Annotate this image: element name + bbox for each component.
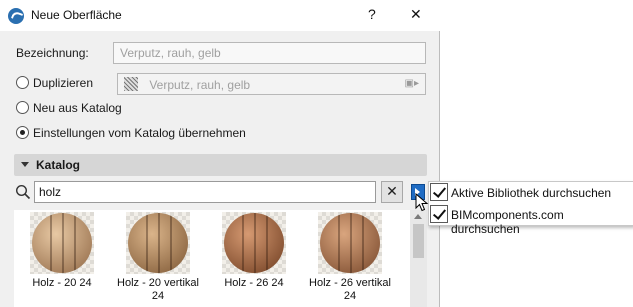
title-bar: Neue Oberfläche ? ✕ [0,0,440,31]
new-surface-dialog: Neue Oberfläche ? ✕ Bezeichnung: Verputz… [0,0,440,307]
duplicate-radio[interactable] [16,76,29,89]
catalog-scrollbar[interactable] [410,210,427,307]
catalog-item[interactable]: Holz - 20 24 [14,210,110,307]
menu-item-label: BIMcomponents.com durchsuchen [451,208,564,236]
archicad-app-icon [8,8,24,24]
mouse-pointer-icon [415,193,429,212]
material-thumbnail [318,212,382,274]
material-thumbnail [30,212,94,274]
catalog-grid: Holz - 20 24 Holz - 20 vertikal 24 Holz … [14,210,410,307]
close-button[interactable]: ✕ [410,6,422,23]
check-icon [430,205,448,223]
picker-arrow-icon: ▣▸ [404,78,419,89]
window-title: Neue Oberfläche [31,8,122,22]
wood-sphere-icon [32,213,92,273]
material-preview-icon [124,77,138,91]
catalog-item-label: Holz - 26 24 [224,277,284,289]
search-icon [15,184,31,200]
wood-sphere-icon [224,213,284,273]
name-field-label: Bezeichnung: [16,46,89,60]
menu-item-label: Aktive Bibliothek durchsuchen [451,186,612,200]
scroll-thumb[interactable] [413,224,424,258]
catalog-section-header[interactable]: Katalog [14,154,427,176]
duplicate-radio-label: Duplizieren [33,76,94,90]
duplicate-source-field: Verputz, rauh, gelb ▣▸ [117,73,426,95]
material-thumbnail [222,212,286,274]
take-settings-label: Einstellungen vom Katalog übernehmen [33,126,246,140]
catalog-item-label: Holz - 26 vertikal 24 [309,277,391,302]
catalog-item[interactable]: Holz - 20 vertikal 24 [110,210,206,307]
new-from-catalog-label: Neu aus Katalog [33,101,122,115]
scroll-up-arrow-icon[interactable] [414,214,422,219]
check-icon [430,183,448,201]
catalog-item-label: Holz - 20 24 [32,277,92,289]
new-from-catalog-radio[interactable] [16,101,29,114]
take-settings-radio[interactable] [16,126,29,139]
menu-item-bimcomponents[interactable]: BIMcomponents.com durchsuchen [429,204,633,236]
catalog-item[interactable]: Holz - 26 vertikal 24 [302,210,398,307]
wood-sphere-icon [320,213,380,273]
catalog-item[interactable]: Holz - 26 24 [206,210,302,307]
collapse-triangle-icon [21,162,29,167]
catalog-section-title: Katalog [36,158,81,172]
menu-item-active-library[interactable]: Aktive Bibliothek durchsuchen [429,182,633,204]
name-input[interactable]: Verputz, rauh, gelb [113,42,426,64]
search-options-menu: Aktive Bibliothek durchsuchen BIMcompone… [428,181,633,236]
help-button[interactable]: ? [368,6,376,22]
catalog-item-label: Holz - 20 vertikal 24 [117,277,199,302]
catalog-search-input[interactable]: holz [34,181,376,203]
duplicate-source-text: Verputz, rauh, gelb [149,78,251,92]
wood-sphere-icon [128,213,188,273]
clear-search-button[interactable]: ✕ [381,181,403,203]
material-thumbnail [126,212,190,274]
